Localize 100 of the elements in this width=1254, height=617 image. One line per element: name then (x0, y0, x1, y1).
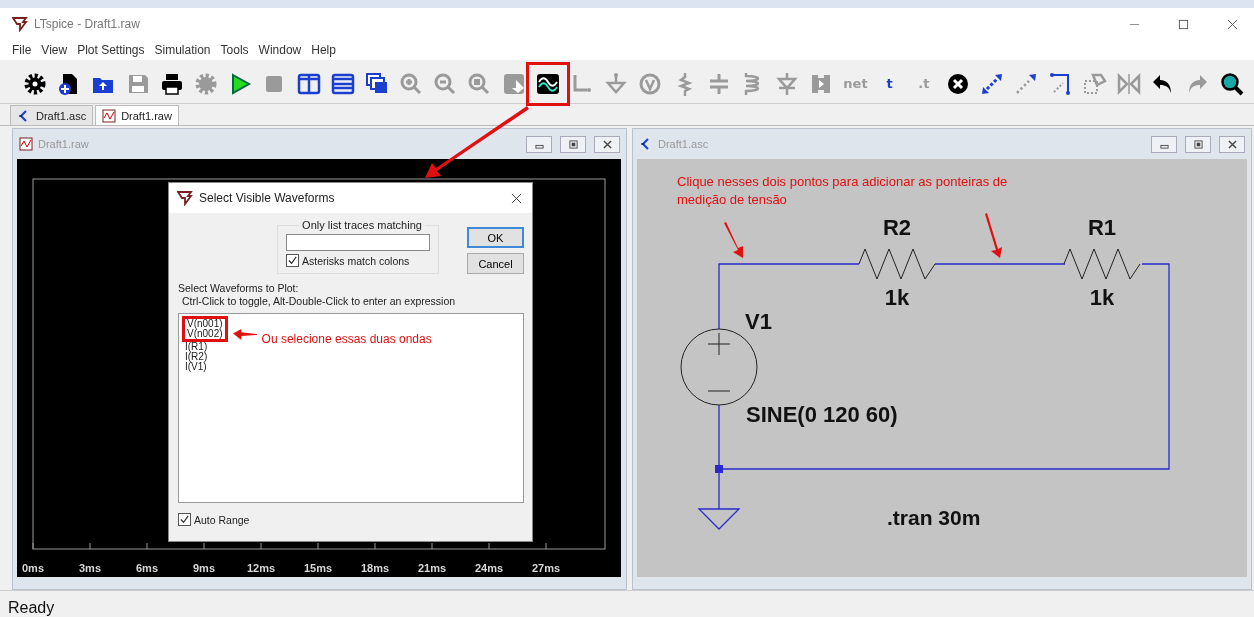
component-name: V1 (745, 309, 772, 335)
window-title: Draft1.raw (38, 138, 89, 150)
menu-item[interactable]: View (41, 43, 68, 57)
ground-icon (604, 71, 629, 96)
axis-tick-label: 3ms (79, 562, 101, 574)
menu-item[interactable]: Help (311, 43, 336, 57)
tick-mark (146, 542, 148, 550)
zoom-out-icon (433, 71, 458, 96)
axis-tick-label: 0ms (22, 562, 44, 574)
close-icon (602, 139, 612, 149)
axis-tick-label: 9ms (193, 562, 215, 574)
list-heading: Select Waveforms to Plot: (178, 282, 300, 294)
checkbox[interactable] (286, 254, 299, 267)
mirror-icon (1117, 71, 1141, 96)
search-icon (1219, 71, 1244, 96)
axis-tick-label: 21ms (417, 562, 447, 574)
ground-symbol (697, 508, 741, 530)
drag-icon (1014, 71, 1039, 96)
dialog-title: Select Visible Waveforms (199, 191, 335, 205)
checkbox-label: Asterisks match colons (302, 254, 410, 267)
axis-tick-label: 27ms (531, 562, 561, 574)
zoom-fit-icon (467, 71, 492, 96)
spice-directive: .tran 30m (887, 506, 981, 530)
axis-tick-label: 15ms (303, 562, 333, 574)
menu-item[interactable]: Window (258, 43, 302, 57)
annotation-arrow (232, 329, 257, 340)
component-value: 1k (883, 285, 911, 311)
tab-label: Draft1.raw (121, 109, 172, 122)
menu-item[interactable]: Simulation (154, 43, 211, 57)
trace-item[interactable]: V(n002) (187, 329, 223, 339)
tick-mark (488, 542, 490, 550)
shield-icon (638, 71, 663, 96)
menu-item[interactable]: Tools (220, 43, 249, 57)
tick-mark (89, 542, 91, 550)
restore-button[interactable] (1185, 135, 1211, 153)
annotation-arrow (724, 222, 743, 258)
axis-tick-label: 6ms (136, 562, 158, 574)
menu-item[interactable]: Plot Settings (77, 43, 145, 57)
minimize-button[interactable] (526, 135, 552, 153)
restore-icon (568, 139, 578, 149)
annotation-arrow (985, 213, 1002, 258)
dialog-button[interactable]: Cancel (467, 253, 524, 274)
move-icon (980, 71, 1005, 96)
trace-item[interactable]: I(R2) (182, 352, 520, 362)
maximize-icon[interactable] (1178, 18, 1189, 30)
dialog-button[interactable]: OK (467, 227, 524, 248)
app-logo-icon (12, 16, 28, 32)
tick-mark (545, 542, 547, 550)
close-icon[interactable] (511, 192, 522, 204)
window-title: Draft1.asc (658, 138, 709, 150)
component-name: R2 (881, 215, 913, 241)
menu-item[interactable]: File (12, 43, 32, 57)
printer-icon (159, 71, 184, 96)
zoom-in-icon (399, 71, 424, 96)
axis-tick-label: 18ms (360, 562, 390, 574)
tick-mark (203, 542, 205, 550)
list-hint: Ctrl-Click to toggle, Alt-Double-Click to enter an expression (181, 295, 457, 307)
component-value: SINE(0 120 60) (746, 402, 898, 428)
tick-mark (317, 542, 319, 550)
plot-icon (19, 137, 33, 151)
filter-field[interactable] (286, 234, 430, 251)
close-icon[interactable] (1227, 18, 1238, 30)
gear-icon (23, 71, 47, 96)
waveform-icon (535, 71, 560, 96)
annotation-text: Clique nesses dois pontos para adicionar as ponteiras de medição de tensão (677, 173, 1009, 209)
group-label: Only list traces matching (299, 219, 425, 231)
stacked-windows-icon (364, 71, 389, 96)
close-button[interactable] (1219, 135, 1245, 153)
restore-icon (1193, 139, 1203, 149)
copy-icon (1082, 71, 1107, 96)
window-title: LTspice - Draft1.raw (34, 17, 140, 31)
minimize-button[interactable] (1151, 135, 1177, 153)
axis-tick-label: 24ms (474, 562, 504, 574)
two-columns-icon (296, 71, 321, 96)
close-button[interactable] (594, 135, 620, 153)
component-name: R1 (1086, 215, 1118, 241)
tick-mark (431, 542, 433, 550)
close-icon (1227, 139, 1237, 149)
document-tab[interactable]: Draft1.asc (10, 105, 94, 125)
restore-button[interactable] (560, 135, 586, 153)
dotted-corner-icon (1048, 71, 1073, 96)
trace-item[interactable]: I(V1) (182, 362, 520, 372)
component-value: 1k (1088, 285, 1116, 311)
tick-mark (374, 542, 376, 550)
two-rows-icon (330, 71, 355, 96)
tick-mark (32, 542, 34, 550)
axis-tick-label: 12ms (246, 562, 276, 574)
tick-mark (260, 542, 262, 550)
trace-item[interactable]: V(n001) (187, 319, 223, 329)
plot-icon (102, 108, 117, 123)
diode-icon (775, 71, 800, 96)
delete-icon (946, 71, 971, 96)
checkbox-label: Auto Range (194, 513, 250, 526)
status-text: Ready (8, 599, 55, 617)
checkbox[interactable] (178, 513, 191, 526)
document-tab[interactable]: Draft1.raw (95, 105, 179, 125)
gear-icon (193, 71, 218, 96)
tab-label: Draft1.asc (36, 109, 87, 122)
toolbar-button[interactable]: t (874, 68, 905, 99)
app-logo-icon (177, 190, 193, 206)
